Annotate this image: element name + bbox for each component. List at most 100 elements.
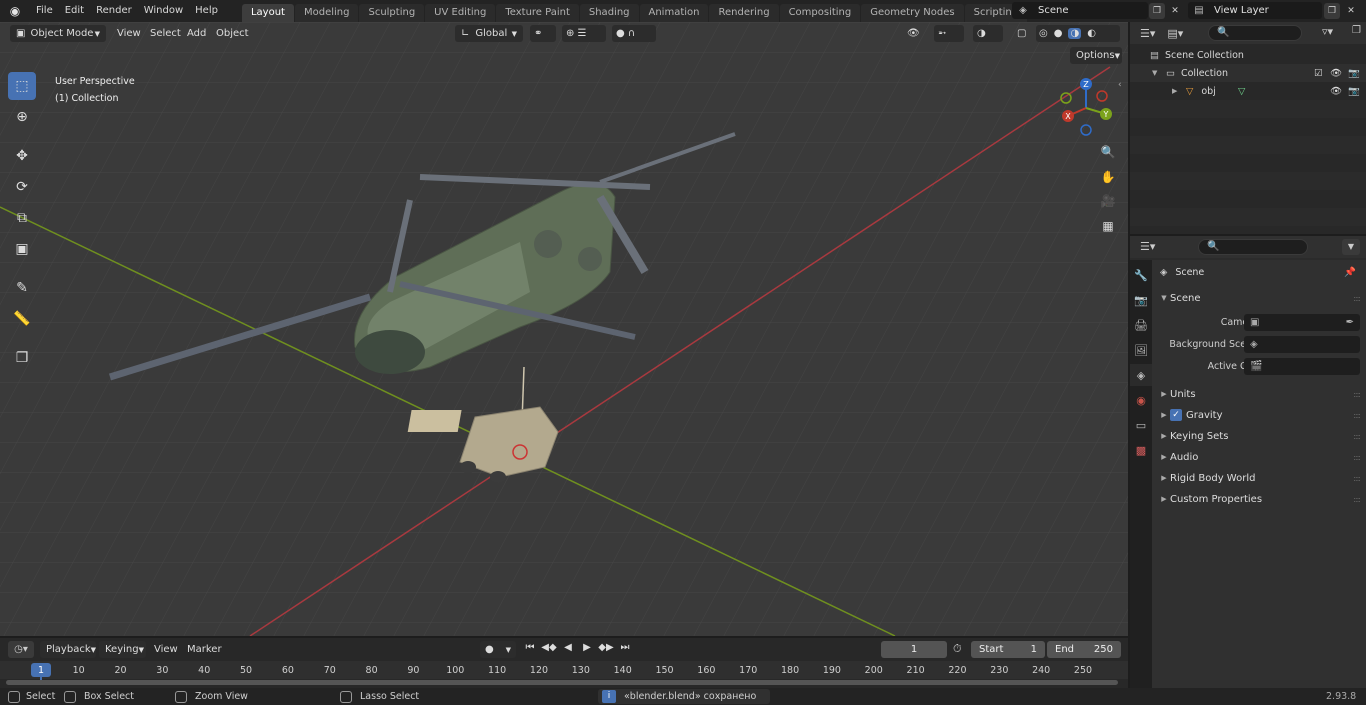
transform-tool-icon[interactable]: ▣ <box>8 235 36 263</box>
start-frame-field[interactable]: Start 1 <box>971 641 1045 658</box>
background-scene-field[interactable]: ◈ <box>1244 335 1360 353</box>
expand-arrow-icon[interactable]: ▶ <box>1172 87 1182 95</box>
custom-properties-panel-header[interactable]: ▶ Custom Properties :::: <box>1152 489 1366 509</box>
select-box-tool-icon[interactable]: ⬚ <box>8 72 36 100</box>
timeline-scrollbar[interactable] <box>6 680 1118 685</box>
keying-menu[interactable]: Keying ▼ <box>99 641 146 658</box>
outliner-editor-type-icon[interactable]: ☰▾ <box>1140 27 1155 40</box>
options-button[interactable]: Options ▼ <box>1070 47 1122 64</box>
next-keyframe-icon[interactable]: ◆▶ <box>598 642 614 658</box>
wireframe-shading-icon[interactable]: ◎ <box>1039 28 1048 39</box>
menu-help[interactable]: Help <box>189 0 224 22</box>
solid-shading-icon[interactable]: ● <box>1054 28 1063 39</box>
display-mode-icon[interactable]: ▤▾ <box>1167 27 1183 40</box>
rigid-body-world-panel-header[interactable]: ▶ Rigid Body World :::: <box>1152 468 1366 488</box>
xray-icon[interactable]: ▢ <box>1014 25 1030 42</box>
viewport-menu-add[interactable]: Add <box>187 25 206 42</box>
snap-icon[interactable]: ⊕ ☰ <box>562 25 606 42</box>
viewport-menu-select[interactable]: Select <box>150 25 181 42</box>
tab-animation[interactable]: Animation <box>639 4 709 22</box>
viewport-menu-view[interactable]: View <box>117 25 141 42</box>
outliner-row-obj[interactable]: ▶ ▽ obj ▽ 👁 📷 <box>1130 82 1366 100</box>
pivot-point-icon[interactable]: ⚭ <box>530 25 556 42</box>
output-tab-icon[interactable]: 🖨 <box>1130 314 1152 336</box>
play-icon[interactable]: ▶ <box>579 642 595 658</box>
navigation-gizmo[interactable]: Z Y X <box>1056 76 1116 138</box>
tab-texture-paint[interactable]: Texture Paint <box>496 4 579 22</box>
jump-end-icon[interactable]: ⏭ <box>617 642 633 658</box>
camera-field[interactable]: ▣ ✒ <box>1244 313 1360 331</box>
view-layer-selector[interactable]: ▤ View Layer <box>1188 2 1322 19</box>
texture-tab-icon[interactable]: ▩ <box>1130 439 1152 461</box>
timeline-menu-view[interactable]: View <box>154 641 178 658</box>
mesh-data-icon[interactable]: ▽ <box>1238 86 1245 97</box>
sidebar-toggle-icon[interactable]: ‹ <box>1118 80 1122 90</box>
outliner-row-scene-collection[interactable]: ▤ Scene Collection <box>1130 46 1366 64</box>
new-view-layer-icon[interactable]: ❐ <box>1324 3 1340 19</box>
drag-handle-icon[interactable]: :::: <box>1353 411 1361 420</box>
active-clip-field[interactable]: 🎬 <box>1244 357 1360 375</box>
pin-icon[interactable]: 📌 <box>1344 267 1356 278</box>
cursor-tool-icon[interactable]: ⊕ <box>8 103 36 131</box>
gravity-panel-header[interactable]: ▶ ✓ Gravity :::: <box>1152 405 1366 425</box>
rendered-shading-icon[interactable]: ◐ <box>1087 28 1096 39</box>
play-reverse-icon[interactable]: ◀ <box>560 642 576 658</box>
render-camera-icon[interactable]: 📷 <box>1348 68 1360 79</box>
orientation-selector[interactable]: ∟ Global ▼ <box>455 25 523 42</box>
tab-compositing[interactable]: Compositing <box>779 4 861 22</box>
status-report[interactable]: i «blender.blend» сохранено <box>598 689 771 704</box>
tool-tab-icon[interactable]: 🔧 <box>1130 264 1152 286</box>
properties-search-input[interactable]: 🔍 <box>1198 239 1308 255</box>
expand-arrow-icon[interactable]: ▼ <box>1152 69 1162 77</box>
outliner-search-input[interactable]: 🔍 <box>1208 25 1302 41</box>
mode-selector[interactable]: ▣ Object Mode ▼ <box>10 25 106 42</box>
visibility-icon[interactable]: 👁 <box>903 25 929 42</box>
menu-window[interactable]: Window <box>138 0 189 22</box>
render-camera-icon[interactable]: 📷 <box>1348 86 1360 97</box>
measure-tool-icon[interactable]: 📏 <box>8 305 36 333</box>
camera-view-icon[interactable]: 🎥 <box>1097 190 1119 212</box>
new-scene-icon[interactable]: ❐ <box>1149 3 1165 19</box>
blender-logo-icon[interactable]: ◉ <box>4 0 26 22</box>
units-panel-header[interactable]: ▶ Units :::: <box>1152 384 1366 404</box>
zoom-icon[interactable]: 🔍 <box>1097 141 1119 163</box>
keying-sets-panel-header[interactable]: ▶ Keying Sets :::: <box>1152 426 1366 446</box>
scale-tool-icon[interactable]: ⧉ <box>8 204 36 232</box>
viewport-menu-object[interactable]: Object <box>216 25 249 42</box>
pan-hand-icon[interactable]: ✋ <box>1097 166 1119 188</box>
eyedropper-icon[interactable]: ✒ <box>1346 317 1354 328</box>
prev-keyframe-icon[interactable]: ◀◆ <box>541 642 557 658</box>
new-collection-icon[interactable]: ❐ <box>1352 25 1361 36</box>
menu-edit[interactable]: Edit <box>59 0 90 22</box>
proportional-editing-icon[interactable]: ● ∩ <box>612 25 656 42</box>
remove-scene-icon[interactable]: ✕ <box>1167 3 1183 19</box>
scene-selector[interactable]: ◈ Scene <box>1012 2 1148 19</box>
audio-panel-header[interactable]: ▶ Audio :::: <box>1152 447 1366 467</box>
remove-view-layer-icon[interactable]: ✕ <box>1343 3 1359 19</box>
scene-panel-header[interactable]: ▼ Scene :::: <box>1152 288 1366 308</box>
drag-handle-icon[interactable]: :::: <box>1353 495 1361 504</box>
overlay-toggle-icon[interactable]: ◑ <box>973 25 1003 42</box>
tab-geometry-nodes[interactable]: Geometry Nodes <box>861 4 964 22</box>
drag-handle-icon[interactable]: :::: <box>1353 453 1361 462</box>
gravity-checkbox[interactable]: ✓ <box>1170 409 1182 421</box>
eye-icon[interactable]: 👁 <box>1330 86 1342 97</box>
tab-layout[interactable]: Layout <box>241 4 294 22</box>
tab-sculpting[interactable]: Sculpting <box>359 4 425 22</box>
scene-tab-icon[interactable]: ◈ <box>1130 364 1152 386</box>
eye-icon[interactable]: 👁 <box>1330 68 1342 79</box>
drag-handle-icon[interactable]: :::: <box>1353 294 1361 303</box>
drag-handle-icon[interactable]: :::: <box>1353 432 1361 441</box>
drag-handle-icon[interactable]: :::: <box>1353 390 1361 399</box>
add-cube-tool-icon[interactable]: ❐ <box>8 344 36 372</box>
menu-render[interactable]: Render <box>90 0 138 22</box>
world-tab-icon[interactable]: ◉ <box>1130 389 1152 411</box>
menu-file[interactable]: File <box>30 0 59 22</box>
annotate-tool-icon[interactable]: ✎ <box>8 274 36 302</box>
end-frame-field[interactable]: End 250 <box>1047 641 1121 658</box>
jump-start-icon[interactable]: ⏮ <box>522 642 538 658</box>
drag-handle-icon[interactable]: :::: <box>1353 474 1361 483</box>
timeline-menu-marker[interactable]: Marker <box>187 641 222 658</box>
ortho-grid-icon[interactable]: ▦ <box>1097 215 1119 237</box>
tab-modeling[interactable]: Modeling <box>294 4 359 22</box>
